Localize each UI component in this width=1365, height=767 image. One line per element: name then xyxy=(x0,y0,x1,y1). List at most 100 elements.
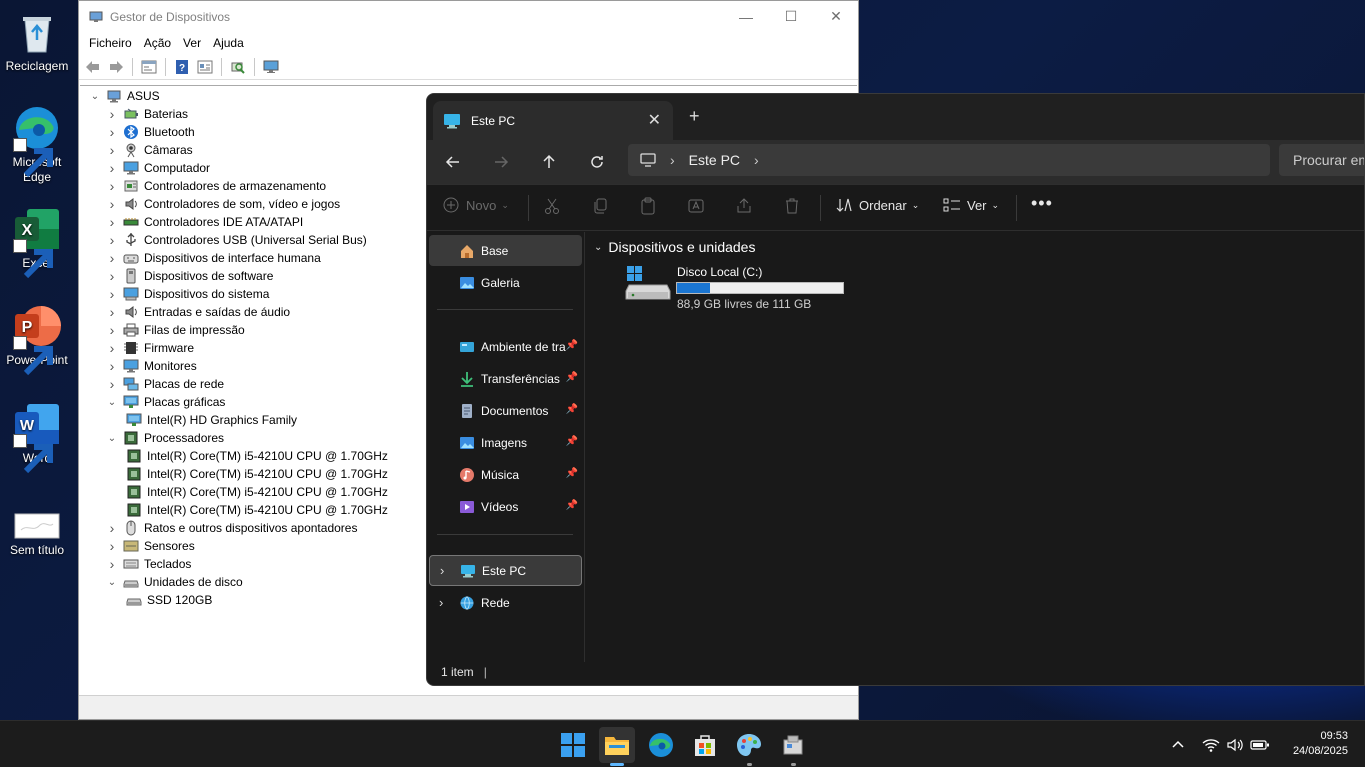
section-header[interactable]: ⌄ Dispositivos e unidades xyxy=(594,239,755,255)
tree-node-intel-r-core-tm-i5-4210u-cpu-1-70ghz[interactable]: Intel(R) Core(TM) i5-4210U CPU @ 1.70GHz xyxy=(126,465,388,483)
nav-item-this-pc[interactable]: › Este PC xyxy=(429,555,582,586)
chevron-right-icon[interactable]: › xyxy=(107,376,117,392)
forward-button[interactable] xyxy=(489,150,513,174)
start-icon[interactable] xyxy=(555,727,591,763)
pin-icon[interactable]: 📌 xyxy=(566,340,578,351)
maximize-button[interactable]: ☐ xyxy=(768,1,814,32)
chevron-right-icon[interactable]: › xyxy=(107,250,117,266)
chevron-right-icon[interactable]: › xyxy=(107,214,117,230)
breadcrumb-this-pc[interactable]: Este PC xyxy=(689,152,740,168)
copy-button[interactable] xyxy=(591,197,609,218)
tree-node-controladores-ide-ata-atapi[interactable]: › Controladores IDE ATA/ATAPI xyxy=(107,213,304,231)
chevron-right-icon[interactable]: › xyxy=(107,160,117,176)
chevron-right-icon[interactable]: › xyxy=(107,556,117,572)
close-button[interactable]: ✕ xyxy=(813,1,859,32)
desktop-icon-untitled[interactable]: Sem título xyxy=(2,510,72,558)
file-explorer-window[interactable]: Este PC ✕ + › Este PC › Procurar em Novo… xyxy=(426,93,1365,686)
back-arrow-icon[interactable] xyxy=(83,57,103,77)
chevron-right-icon[interactable]: › xyxy=(440,563,444,578)
tree-node-firmware[interactable]: › Firmware xyxy=(107,339,194,357)
pin-icon[interactable]: 📌 xyxy=(566,404,578,415)
wifi-icon[interactable] xyxy=(1202,721,1220,767)
chevron-right-icon[interactable]: › xyxy=(107,268,117,284)
forward-arrow-icon[interactable] xyxy=(106,57,126,77)
nav-item-pictures[interactable]: Imagens 📌 xyxy=(429,427,582,458)
chevron-right-icon[interactable]: › xyxy=(107,358,117,374)
paste-button[interactable] xyxy=(639,197,657,218)
tree-node-computador[interactable]: › Computador xyxy=(107,159,210,177)
nav-item-downloads[interactable]: Transferências 📌 xyxy=(429,363,582,394)
chevron-down-icon[interactable]: ⌄ xyxy=(107,433,117,444)
new-tab-button[interactable]: + xyxy=(689,106,700,127)
tree-node-dispositivos-do-sistema[interactable]: › Dispositivos do sistema xyxy=(107,285,270,303)
tree-node-bluetooth[interactable]: › Bluetooth xyxy=(107,123,195,141)
clock[interactable]: 09:53 24/08/2025 xyxy=(1293,729,1348,759)
breadcrumb-chevron-icon[interactable]: › xyxy=(754,152,759,168)
drive-item-c[interactable]: Disco Local (C:) 88,9 GB livres de 111 G… xyxy=(625,265,855,313)
tree-node-dispositivos-de-interface-humana[interactable]: › Dispositivos de interface humana xyxy=(107,249,321,267)
tree-node-intel-r-core-tm-i5-4210u-cpu-1-70ghz[interactable]: Intel(R) Core(TM) i5-4210U CPU @ 1.70GHz xyxy=(126,447,388,465)
tree-node-controladores-de-som-v-deo-e-jogos[interactable]: › Controladores de som, vídeo e jogos xyxy=(107,195,340,213)
tree-node-baterias[interactable]: › Baterias xyxy=(107,105,188,123)
volume-icon[interactable] xyxy=(1226,721,1244,767)
chevron-down-icon[interactable]: ⌄ xyxy=(90,91,100,102)
tree-node-intel-r-core-tm-i5-4210u-cpu-1-70ghz[interactable]: Intel(R) Core(TM) i5-4210U CPU @ 1.70GHz xyxy=(126,483,388,501)
close-tab-icon[interactable]: ✕ xyxy=(648,110,661,130)
desktop-icon-powerpoint[interactable]: P PowerPoint xyxy=(2,302,72,376)
tree-node-sensores[interactable]: › Sensores xyxy=(107,537,195,555)
tree-node-monitores[interactable]: › Monitores xyxy=(107,357,197,375)
back-button[interactable] xyxy=(441,150,465,174)
tab-this-pc[interactable]: Este PC ✕ xyxy=(433,101,673,140)
chevron-right-icon[interactable]: › xyxy=(107,124,117,140)
desktop-icon-excel[interactable]: X Excel xyxy=(2,205,72,279)
nav-item-desktop[interactable]: Ambiente de tra 📌 xyxy=(429,331,582,362)
tree-node-asus[interactable]: ⌄ ASUS xyxy=(90,87,160,105)
tree-node-ratos-e-outros-dispositivos-apontadores[interactable]: › Ratos e outros dispositivos apontadores xyxy=(107,519,358,537)
share-button[interactable] xyxy=(735,197,753,218)
chevron-right-icon[interactable]: › xyxy=(107,232,117,248)
tree-node-teclados[interactable]: › Teclados xyxy=(107,555,192,573)
chevron-right-icon[interactable]: › xyxy=(439,595,443,610)
new-button[interactable]: Novo ⌄ xyxy=(443,197,509,213)
chevron-right-icon[interactable]: › xyxy=(107,106,117,122)
chevron-right-icon[interactable]: › xyxy=(107,322,117,338)
cut-button[interactable] xyxy=(543,197,561,218)
tree-node-ssd-120gb[interactable]: SSD 120GB xyxy=(126,591,212,609)
sort-button[interactable]: Ordenar ⌄ xyxy=(835,197,919,213)
pin-icon[interactable]: 📌 xyxy=(566,436,578,447)
tree-node-filas-de-impress-o[interactable]: › Filas de impressão xyxy=(107,321,245,339)
more-options-icon[interactable]: ••• xyxy=(1031,193,1053,214)
search-input[interactable]: Procurar em xyxy=(1279,144,1364,176)
tree-node-intel-r-core-tm-i5-4210u-cpu-1-70ghz[interactable]: Intel(R) Core(TM) i5-4210U CPU @ 1.70GHz xyxy=(126,501,388,519)
tree-node-processadores[interactable]: ⌄ Processadores xyxy=(107,429,224,447)
tree-node-entradas-e-sa-das-de-udio[interactable]: › Entradas e saídas de áudio xyxy=(107,303,290,321)
tree-node-placas-de-rede[interactable]: › Placas de rede xyxy=(107,375,224,393)
file-explorer-icon[interactable] xyxy=(599,727,635,766)
delete-button[interactable] xyxy=(783,197,801,218)
monitor-icon[interactable] xyxy=(261,57,281,77)
nav-item-videos[interactable]: Vídeos 📌 xyxy=(429,491,582,522)
rename-button[interactable] xyxy=(687,197,705,218)
pin-icon[interactable]: 📌 xyxy=(566,468,578,479)
tree-node-intel-r-hd-graphics-family[interactable]: Intel(R) HD Graphics Family xyxy=(126,411,297,429)
desktop-icon-word[interactable]: W Word xyxy=(2,400,72,474)
view-button[interactable]: Ver ⌄ xyxy=(943,197,999,213)
nav-item-network[interactable]: › Rede xyxy=(429,587,582,618)
help-icon[interactable]: ? xyxy=(172,57,192,77)
desktop-icon-edge[interactable]: Microsoft Edge xyxy=(2,104,72,185)
tree-node-controladores-de-armazenamento[interactable]: › Controladores de armazenamento xyxy=(107,177,326,195)
properties-icon[interactable] xyxy=(139,57,159,77)
chevron-right-icon[interactable]: › xyxy=(107,286,117,302)
paint-icon[interactable] xyxy=(731,727,767,766)
nav-item-music[interactable]: Música 📌 xyxy=(429,459,582,490)
chevron-right-icon[interactable]: › xyxy=(107,142,117,158)
chevron-down-icon[interactable]: ⌄ xyxy=(107,577,117,588)
chevron-right-icon[interactable]: › xyxy=(107,304,117,320)
pin-icon[interactable]: 📌 xyxy=(566,372,578,383)
nav-item-base[interactable]: Base xyxy=(429,235,582,266)
desktop-icon-recycle-bin[interactable]: Reciclagem xyxy=(2,8,72,74)
up-button[interactable] xyxy=(537,150,561,174)
menu-file[interactable]: Ficheiro xyxy=(83,36,138,50)
menu-action[interactable]: Ação xyxy=(138,36,177,50)
tree-node-unidades-de-disco[interactable]: ⌄ Unidades de disco xyxy=(107,573,243,591)
